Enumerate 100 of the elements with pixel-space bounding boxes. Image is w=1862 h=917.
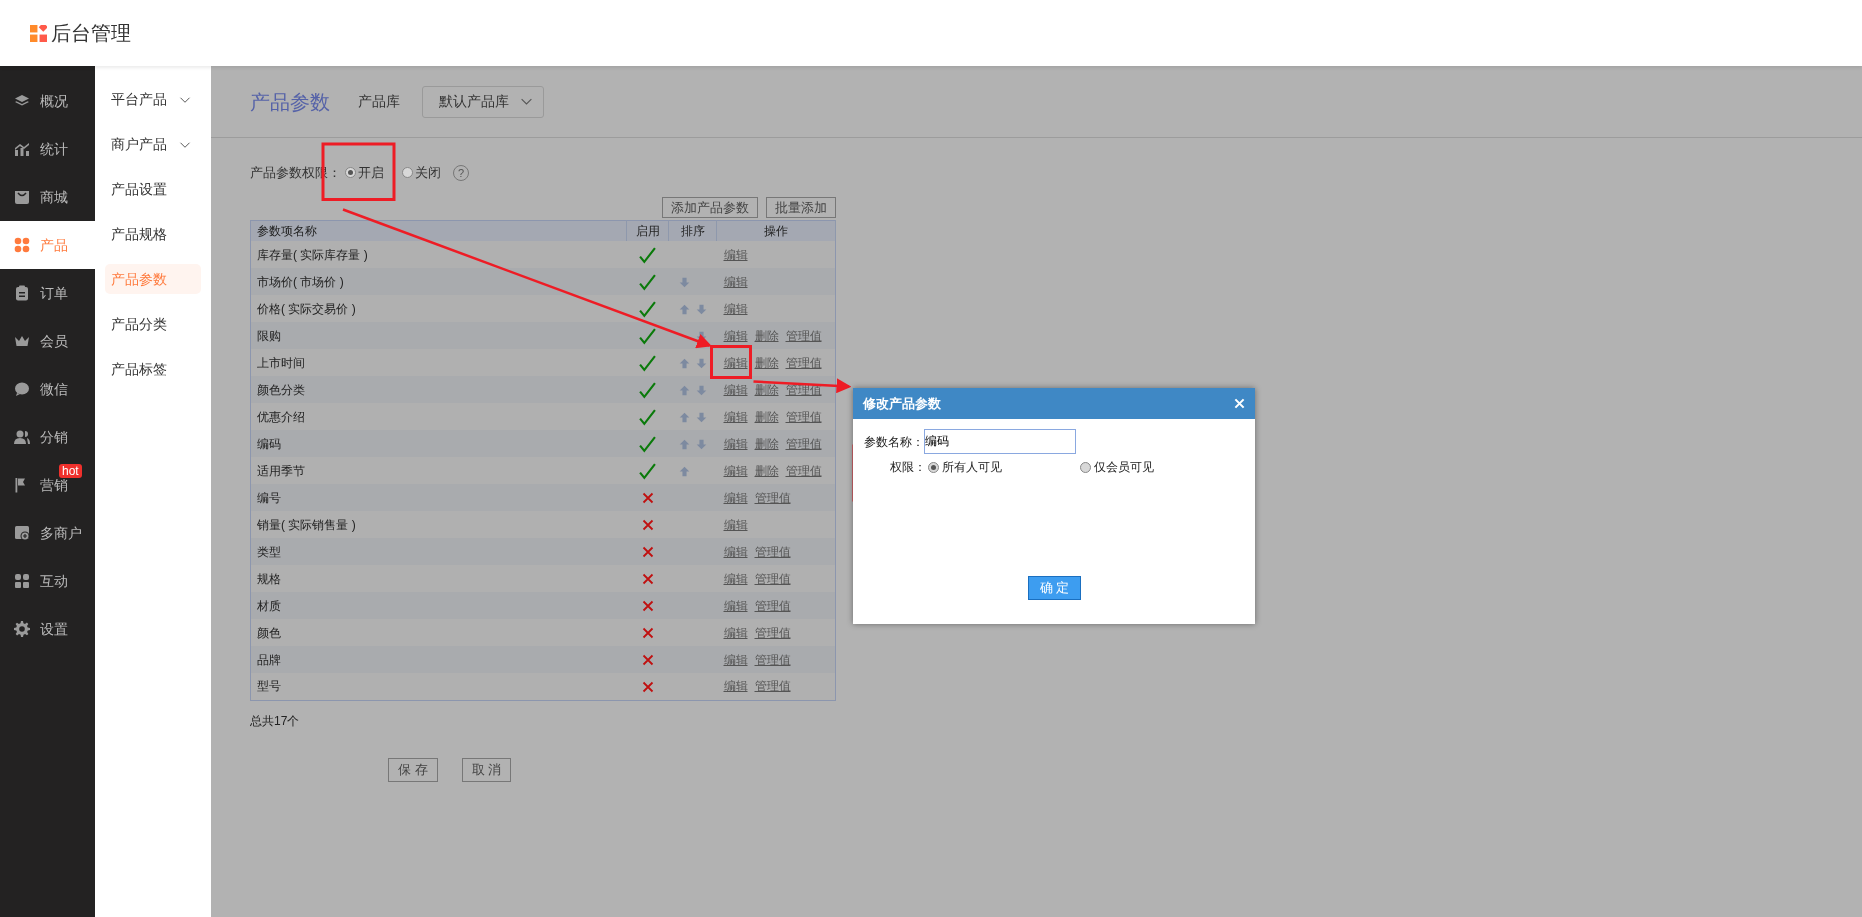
table-cell: 颜色	[250, 619, 627, 646]
action-link[interactable]: 编辑	[723, 679, 748, 694]
column-header: 排序	[668, 220, 717, 241]
hot-badge: hot	[59, 464, 82, 478]
action-link[interactable]: 编辑	[723, 652, 748, 667]
table-cell: 类型	[250, 538, 627, 565]
action-link[interactable]: 删除	[754, 409, 779, 424]
action-link[interactable]: 编辑	[723, 463, 748, 478]
action-link[interactable]: 编辑	[723, 247, 748, 262]
up-arrow-icon[interactable]	[678, 357, 690, 369]
action-link[interactable]: 编辑	[723, 490, 748, 505]
nav-item[interactable]: 商城	[0, 173, 95, 221]
action-link[interactable]: 删除	[754, 355, 779, 370]
close-icon[interactable]	[1234, 398, 1245, 409]
nav-item[interactable]: 互动	[0, 557, 95, 605]
field-label: 参数名称：	[864, 433, 924, 451]
subnav-item[interactable]: 产品标签	[105, 347, 201, 392]
nav-item[interactable]: 分销	[0, 413, 95, 461]
nav-item[interactable]: 会员	[0, 317, 95, 365]
subnav-item[interactable]: 平台产品	[105, 77, 201, 122]
action-link[interactable]: 删除	[754, 328, 779, 343]
table-cell: 价格( 实际交易价 )	[250, 295, 627, 322]
subnav-item[interactable]: 产品参数	[105, 264, 201, 294]
table-cell: 编码	[250, 430, 627, 457]
library-label: 产品库	[358, 92, 400, 111]
highlight-frame	[710, 345, 752, 379]
table-cell: 上市时间	[250, 349, 627, 376]
library-select[interactable]: 默认产品库	[422, 85, 544, 118]
chat-icon	[14, 381, 30, 397]
nav-item[interactable]: 概况	[0, 77, 95, 125]
column-header: 启用	[626, 220, 669, 241]
action-link[interactable]: 管理值	[785, 382, 822, 397]
bag-icon	[14, 189, 30, 205]
toolbar-button[interactable]: 添加产品参数	[662, 196, 758, 218]
action-link[interactable]: 编辑	[723, 409, 748, 424]
subnav-item[interactable]: 产品规格	[105, 212, 201, 257]
dialog-title: 修改产品参数	[863, 394, 941, 413]
action-link[interactable]: 管理值	[785, 355, 822, 370]
table-cell: 规格	[250, 565, 627, 592]
action-link[interactable]: 编辑	[723, 598, 748, 613]
action-link[interactable]: 管理值	[754, 490, 791, 505]
action-link[interactable]: 编辑	[723, 517, 748, 532]
action-link[interactable]: 管理值	[754, 598, 791, 613]
down-arrow-icon[interactable]	[678, 276, 690, 288]
up-arrow-icon[interactable]	[678, 438, 690, 450]
down-arrow-icon[interactable]	[695, 438, 707, 450]
action-link[interactable]: 管理值	[785, 463, 822, 478]
logo-icon	[30, 24, 47, 42]
down-arrow-icon[interactable]	[695, 303, 707, 315]
total-count: 总共17个	[250, 712, 301, 730]
action-link[interactable]: 管理值	[754, 652, 791, 667]
action-link[interactable]: 管理值	[754, 679, 791, 694]
nav-item[interactable]: 产品	[0, 221, 95, 269]
action-link[interactable]: 管理值	[785, 436, 822, 451]
action-link[interactable]: 编辑	[723, 301, 748, 316]
nav-item[interactable]: 订单	[0, 269, 95, 317]
action-link[interactable]: 管理值	[754, 625, 791, 640]
action-link[interactable]: 删除	[754, 463, 779, 478]
radio-option[interactable]: 关闭	[402, 163, 441, 183]
nav-item[interactable]: 营销 hot	[0, 461, 95, 509]
nav-item[interactable]: 设置	[0, 605, 95, 653]
nav-item[interactable]: 多商户	[0, 509, 95, 557]
action-link[interactable]: 管理值	[785, 328, 822, 343]
up-arrow-icon[interactable]	[678, 303, 690, 315]
name-input-field[interactable]: 编码	[924, 429, 1076, 454]
subnav-item[interactable]: 商户产品	[105, 122, 201, 167]
nav-item[interactable]: 统计	[0, 125, 95, 173]
form-button[interactable]: 保 存	[388, 757, 438, 782]
field-label: 权限：	[890, 459, 926, 476]
action-link[interactable]: 编辑	[723, 625, 748, 640]
table-cell: 限购	[250, 322, 627, 349]
action-link[interactable]: 管理值	[754, 571, 791, 586]
radio-option[interactable]: 开启	[345, 163, 384, 183]
action-link[interactable]: 编辑	[723, 328, 748, 343]
down-arrow-icon[interactable]	[695, 357, 707, 369]
subnav-item[interactable]: 产品设置	[105, 167, 201, 212]
action-link[interactable]: 编辑	[723, 571, 748, 586]
action-link[interactable]: 编辑	[723, 436, 748, 451]
radio-option[interactable]: 仅会员可见	[1080, 458, 1230, 476]
down-arrow-icon[interactable]	[695, 411, 707, 423]
action-link[interactable]: 删除	[754, 382, 779, 397]
up-arrow-icon[interactable]	[678, 465, 690, 477]
action-link[interactable]: 删除	[754, 436, 779, 451]
up-arrow-icon[interactable]	[678, 384, 690, 396]
form-button[interactable]: 取 消	[461, 757, 512, 782]
radio-option[interactable]: 所有人可见	[928, 458, 1078, 476]
nav-item[interactable]: 微信	[0, 365, 95, 413]
action-link[interactable]: 编辑	[723, 382, 748, 397]
toolbar-button[interactable]: 批量添加	[766, 196, 836, 218]
subnav-item[interactable]: 产品分类	[105, 302, 201, 347]
action-link[interactable]: 编辑	[723, 355, 748, 370]
action-link[interactable]: 编辑	[723, 274, 748, 289]
up-arrow-icon[interactable]	[678, 411, 690, 423]
action-link[interactable]: 编辑	[723, 544, 748, 559]
confirm-button[interactable]: 确 定	[1027, 576, 1082, 600]
settings-icon	[14, 621, 30, 637]
action-link[interactable]: 管理值	[754, 544, 791, 559]
action-link[interactable]: 管理值	[785, 409, 822, 424]
chart-icon	[14, 141, 30, 157]
down-arrow-icon[interactable]	[695, 384, 707, 396]
